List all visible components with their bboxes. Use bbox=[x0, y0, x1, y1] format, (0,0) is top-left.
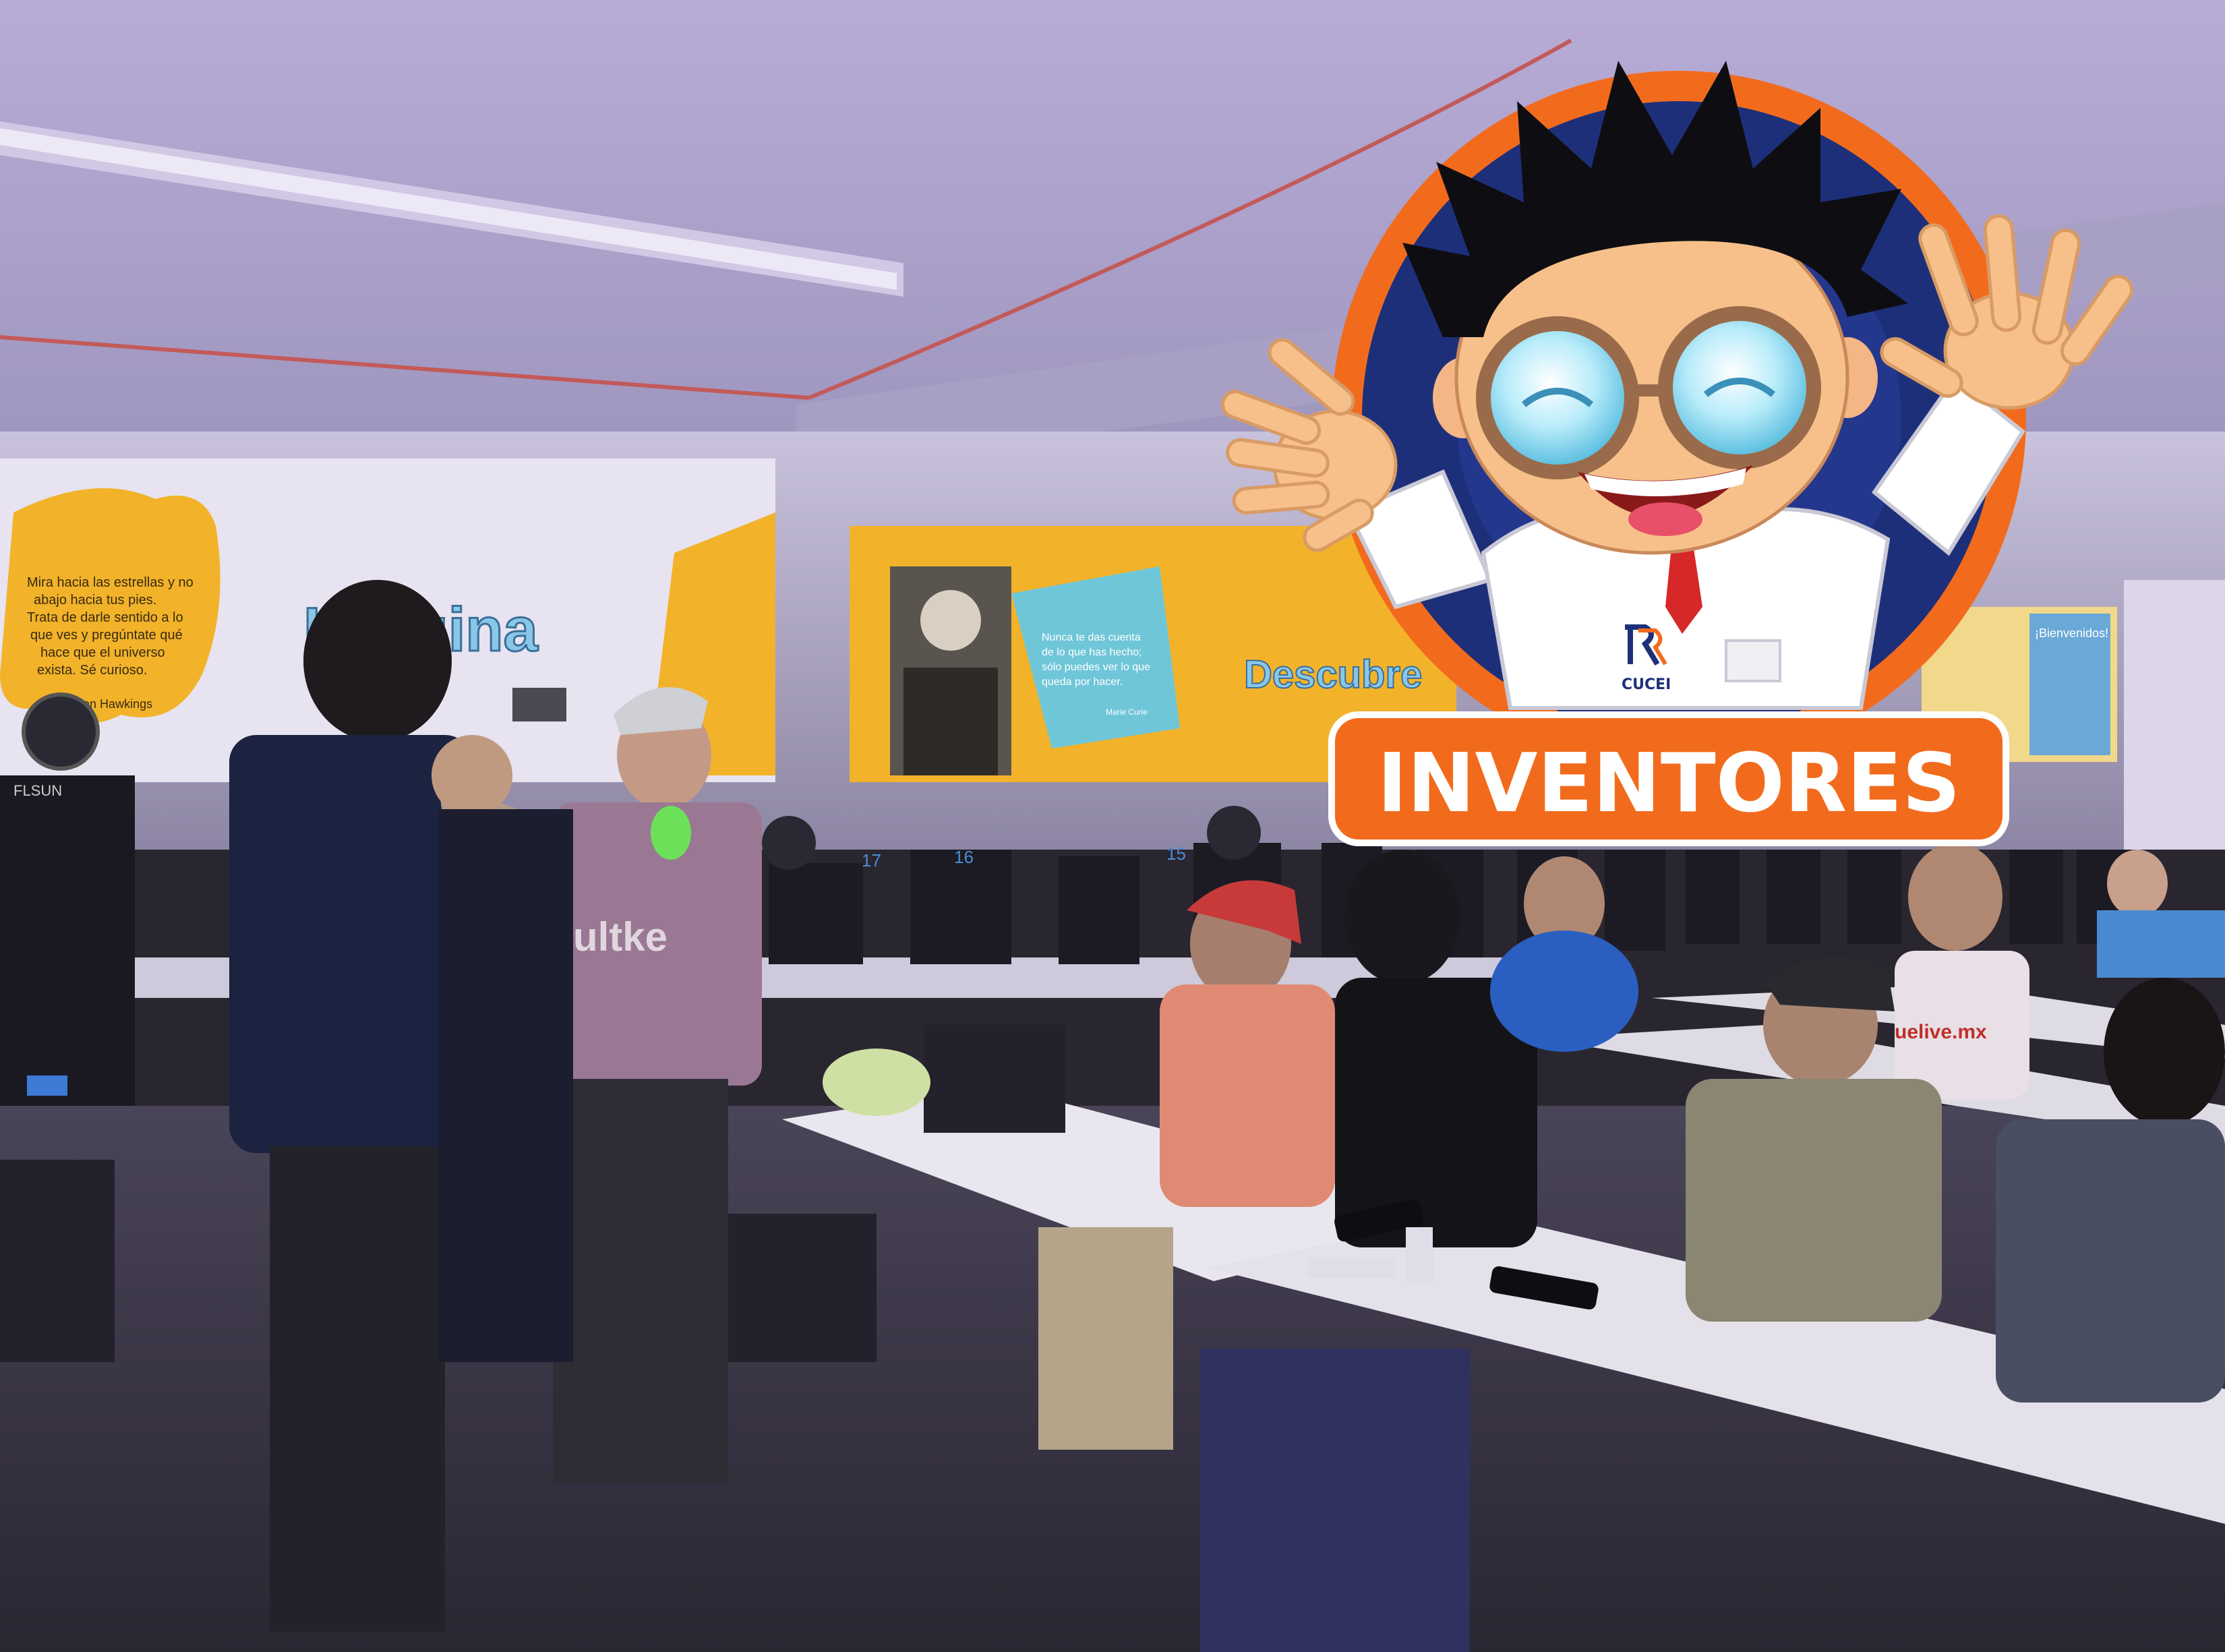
person-far-right bbox=[2097, 850, 2225, 978]
curie-quote-author: Marie Curie bbox=[1106, 707, 1148, 717]
curie-head bbox=[920, 590, 981, 651]
mascot-tongue bbox=[1628, 502, 1702, 536]
curie-quote-line-2: de lo que has hecho; bbox=[1042, 647, 1142, 658]
person-right-edge bbox=[1996, 978, 2225, 1403]
chair bbox=[1200, 1349, 1470, 1652]
curie-body bbox=[903, 668, 998, 775]
mascot-glasses-left bbox=[1476, 316, 1639, 479]
printer-label-15: 15 bbox=[1166, 844, 1186, 864]
chair bbox=[0, 1160, 115, 1362]
mascot-glasses-bridge bbox=[1628, 384, 1669, 396]
green-bag bbox=[823, 1049, 930, 1116]
printer-brand: FLSUN bbox=[13, 782, 62, 799]
hawking-quote-line-1: Mira hacia las estrellas y no bbox=[27, 575, 194, 590]
spool-icon bbox=[22, 692, 100, 771]
cucei-logo-text: CUCEI bbox=[1622, 676, 1671, 693]
tape-roll bbox=[1406, 1227, 1433, 1281]
hawking-quote-line-3: Trata de darle sentido a lo bbox=[27, 610, 183, 625]
chair bbox=[924, 1025, 1065, 1133]
curie-quote-line-3: sólo puedes ver lo que bbox=[1042, 661, 1150, 673]
printer-label-17: 17 bbox=[862, 850, 881, 871]
photo-canvas: Mira hacia las estrellas y no abajo haci… bbox=[0, 0, 2225, 1652]
mascot-pocket bbox=[1725, 639, 1781, 682]
curie-quote-line-1: Nunca te das cuenta bbox=[1042, 632, 1141, 643]
shirt-graphic: ultke bbox=[573, 914, 668, 960]
person-black-shirt bbox=[1335, 850, 1537, 1247]
spool-icon bbox=[1207, 806, 1261, 860]
shirt-text: uelive.mx bbox=[1895, 1021, 1987, 1043]
spool-icon bbox=[762, 816, 816, 870]
banner-descubre-title: Descubre bbox=[1244, 653, 1422, 697]
hawking-quote-line-2: abajo hacia tus pies. bbox=[34, 593, 156, 608]
overlay-title: INVENTORES bbox=[1377, 737, 1960, 831]
photo-scene: Mira hacia las estrellas y no abajo haci… bbox=[0, 0, 2225, 1652]
window-far-right bbox=[2124, 580, 2225, 850]
delta-printer bbox=[0, 775, 135, 1113]
hawking-quote-line-4: que ves y pregúntate qué bbox=[30, 628, 183, 643]
mascot-glasses-right bbox=[1658, 306, 1821, 469]
hawking-quote-line-6: exista. Sé curioso. bbox=[37, 663, 147, 678]
printer-label-16: 16 bbox=[954, 847, 974, 867]
printer-screen bbox=[27, 1075, 67, 1096]
curie-quote-line-4: queda por hacer. bbox=[1042, 676, 1123, 688]
hawking-quote-line-5: hace que el universo bbox=[40, 645, 165, 660]
remote-control bbox=[1308, 1258, 1396, 1278]
bienvenidos-text: ¡Bienvenidos! bbox=[2035, 626, 2108, 640]
